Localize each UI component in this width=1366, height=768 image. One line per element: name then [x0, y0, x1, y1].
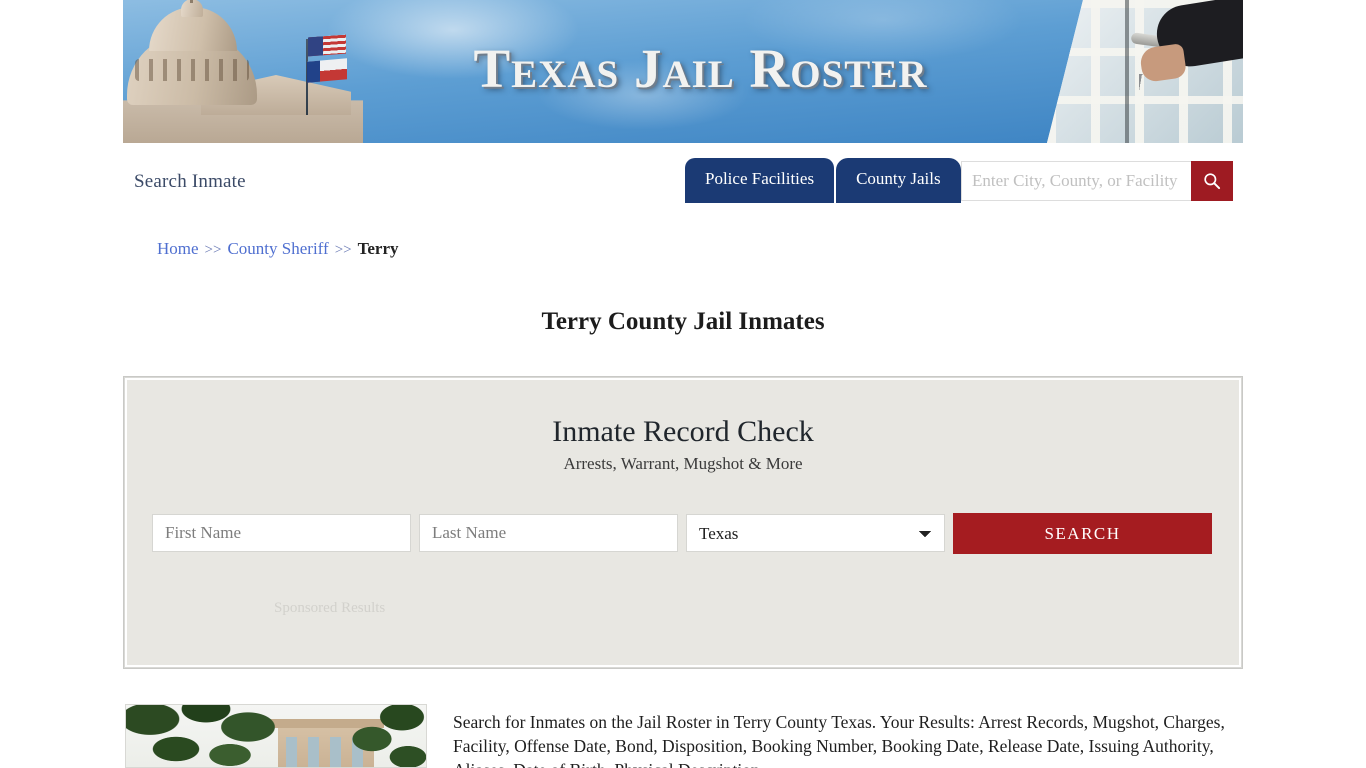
page-title: Terry County Jail Inmates — [541, 307, 825, 335]
content-description: Search for Inmates on the Jail Roster in… — [453, 712, 1225, 768]
thumbnail-tree-right — [342, 705, 426, 767]
breadcrumb-link-county-sheriff[interactable]: County Sheriff — [227, 239, 328, 258]
state-select[interactable]: Texas — [686, 514, 945, 552]
breadcrumb: Home >> County Sheriff >> Terry — [157, 239, 399, 259]
header-search-button[interactable] — [1191, 161, 1233, 201]
breadcrumb-current: Terry — [357, 239, 399, 258]
first-name-input[interactable] — [152, 514, 411, 552]
page-root: Texas Jail Roster Search Inmate Police F… — [0, 0, 1366, 768]
panel-title: Inmate Record Check — [552, 415, 814, 448]
site-brand-label: Search Inmate — [134, 171, 246, 192]
inmate-search-form: Texas SEARCH — [152, 513, 1216, 554]
tab-police-facilities[interactable]: Police Facilities — [685, 158, 835, 203]
content-section: Search for Inmates on the Jail Roster in… — [123, 700, 1243, 768]
sponsored-results-label: Sponsored Results — [274, 600, 386, 616]
nav-tabs: Police Facilities County Jails — [685, 158, 961, 203]
tab-county-jails[interactable]: County Jails — [836, 158, 961, 203]
last-name-input[interactable] — [419, 514, 678, 552]
header-navbar: Search Inmate Police Facilities County J… — [123, 143, 1243, 223]
banner-title: Texas Jail Roster — [473, 38, 928, 99]
thumbnail-tree-left — [126, 705, 293, 767]
site-banner: Texas Jail Roster — [123, 0, 1243, 143]
courthouse-thumbnail — [125, 704, 427, 768]
inmate-record-check-panel: Inmate Record Check Arrests, Warrant, Mu… — [123, 376, 1243, 669]
breadcrumb-separator: >> — [334, 242, 352, 258]
breadcrumb-link-home[interactable]: Home — [157, 239, 199, 258]
header-search-box — [961, 161, 1233, 201]
search-icon — [1204, 173, 1221, 190]
inmate-search-button[interactable]: SEARCH — [953, 513, 1212, 554]
header-search-input[interactable] — [961, 161, 1191, 201]
breadcrumb-separator: >> — [204, 242, 222, 258]
panel-subtitle: Arrests, Warrant, Mugshot & More — [563, 454, 803, 473]
capitol-spire — [190, 0, 193, 3]
